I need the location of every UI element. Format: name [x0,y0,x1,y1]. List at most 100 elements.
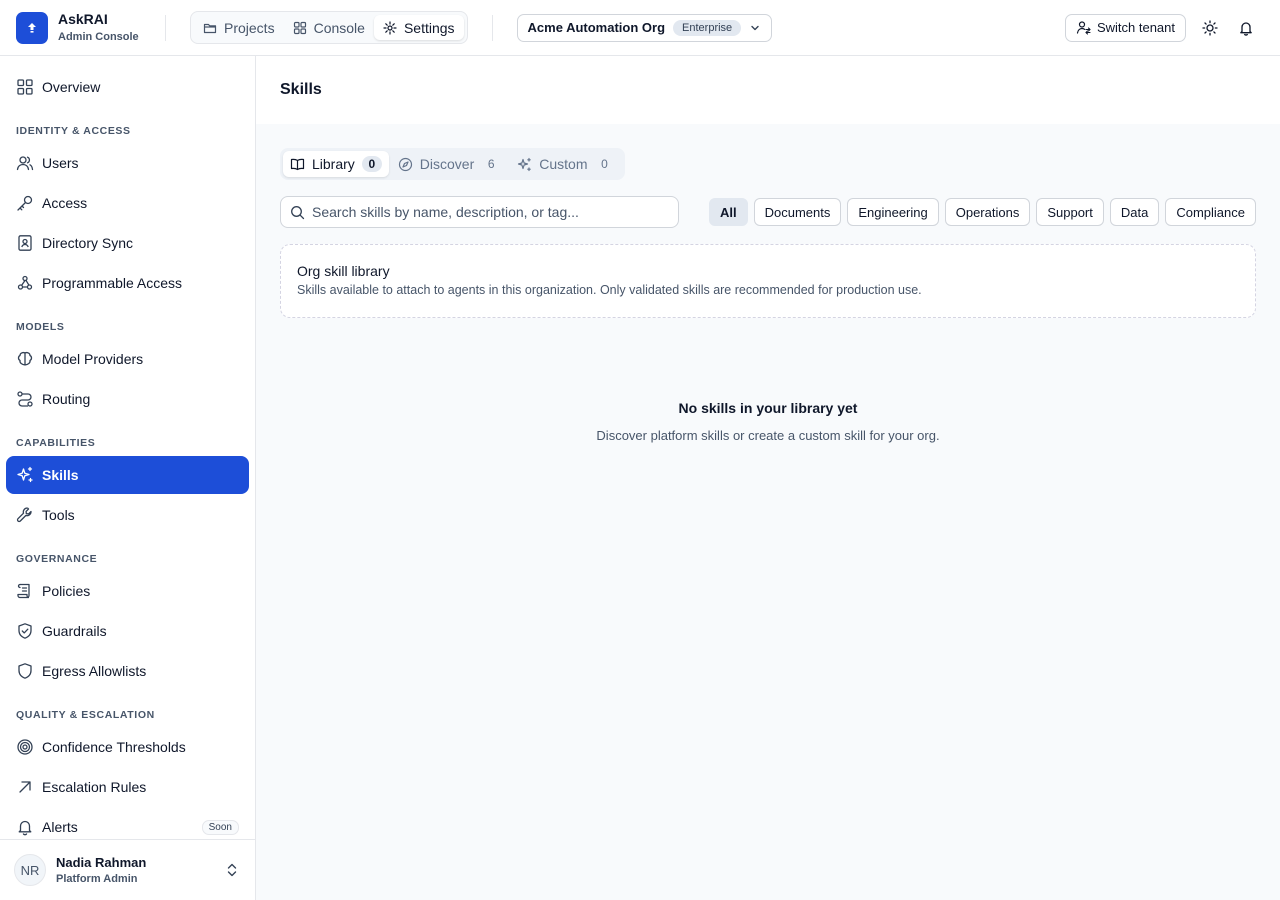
library-count: 0 [361,156,382,172]
skills-segmented-control: Library 0 Discover 6 Custom 0 [280,148,625,180]
page-header: Skills [256,56,1280,124]
empty-state-description: Discover platform skills or create a cus… [596,428,940,443]
sidebar-item-directory-sync[interactable]: Directory Sync [6,224,249,262]
sidebar-item-label: Egress Allowlists [42,663,147,679]
book-open-icon [290,158,305,170]
grid-icon [293,21,306,34]
tab-settings-label: Settings [403,19,455,36]
filter-compliance[interactable]: Compliance [1165,198,1256,226]
notifications-button[interactable] [1234,16,1258,40]
scroll-icon [17,583,30,599]
empty-state-title: No skills in your library yet [678,400,858,416]
header-divider [491,14,493,41]
org-skill-library-card: Org skill library Skills available to at… [280,244,1256,318]
brand[interactable]: AskRAI Admin Console [0,11,166,44]
sidebar-item-access[interactable]: Access [6,184,249,222]
sidebar-item-routing[interactable]: Routing [6,380,249,418]
org-name: Acme Automation Org [527,20,666,35]
sidebar-item-policies[interactable]: Policies [6,572,249,610]
library-card-title: Org skill library [297,263,390,279]
sidebar-item-label: Escalation Rules [42,779,147,795]
sparkles-icon [17,466,33,483]
tab-console[interactable]: Console [284,15,374,40]
users-icon [16,156,34,171]
switch-tenant-button[interactable]: Switch tenant [1064,13,1186,42]
sidebar-item-skills[interactable]: Skills [6,456,249,494]
sidebar-item-label: Guardrails [42,623,107,639]
tab-console-label: Console [313,19,365,36]
sidebar-item-confidence-thresholds[interactable]: Confidence Thresholds [6,728,249,766]
compass-icon [398,157,412,171]
sun-icon [1202,19,1218,36]
brand-name: AskRAI [58,10,108,27]
page-title: Skills [280,81,322,98]
sidebar-item-guardrails[interactable]: Guardrails [6,612,249,650]
bell-icon [1240,21,1252,36]
skills-search[interactable] [280,196,679,228]
sidebar-item-label: Routing [42,391,91,407]
filter-all[interactable]: All [708,198,748,226]
shield-icon [18,663,32,679]
sidebar-item-overview[interactable]: Overview [6,68,249,106]
grid-icon [17,79,33,95]
main-content: Skills Library 0 Discover 6 Custom 0 All… [256,56,1280,900]
webhook-icon [17,275,33,290]
filter-engineering[interactable]: Engineering [847,198,939,226]
sidebar-item-label: Model Providers [42,351,144,367]
filter-documents[interactable]: Documents [753,198,842,226]
search-input[interactable] [312,204,672,220]
key-icon [17,195,33,211]
chevrons-up-down-icon [227,863,237,877]
tab-library-label: Library [312,156,355,172]
top-tabs: Projects Console Settings [190,11,468,44]
filter-support[interactable]: Support [1036,198,1104,226]
tab-custom-label: Custom [539,156,588,172]
section-governance: GOVERNANCE [16,553,98,565]
switch-tenant-label: Switch tenant [1096,20,1175,35]
section-models: MODELS [16,321,65,333]
sidebar-item-programmable-access[interactable]: Programmable Access [6,264,249,302]
sidebar-item-escalation-rules[interactable]: Escalation Rules [6,768,249,806]
chevron-down-icon [751,25,759,30]
sidebar-item-tools[interactable]: Tools [6,496,249,534]
tab-projects[interactable]: Projects [194,15,284,40]
shield-check-icon [18,623,32,639]
theme-toggle-button[interactable] [1198,16,1222,40]
sidebar-item-model-providers[interactable]: Model Providers [6,340,249,378]
filter-data[interactable]: Data [1109,198,1160,226]
soon-badge: Soon [201,819,239,835]
arrow-up-right-icon [19,781,31,793]
org-selector[interactable]: Acme Automation Org Enterprise [516,13,773,42]
custom-count: 0 [601,157,608,171]
user-switch-icon [1076,21,1091,35]
org-plan-badge: Enterprise [673,19,742,36]
bell-icon [18,820,32,836]
search-icon [291,205,305,219]
sidebar-item-label: Directory Sync [42,235,134,251]
sidebar-item-label: Alerts [42,819,78,835]
sidebar-item-label: Confidence Thresholds [42,739,186,755]
tab-library[interactable]: Library 0 [283,151,389,177]
section-capabilities: CAPABILITIES [16,437,96,449]
brand-logo-icon [16,11,48,44]
sidebar-item-users[interactable]: Users [6,144,249,182]
sidebar-item-label: Overview [42,79,101,95]
folder-icon [203,23,217,33]
avatar: NR [14,854,46,886]
sidebar-item-egress-allowlists[interactable]: Egress Allowlists [6,652,249,690]
library-card-description: Skills available to attach to agents in … [297,283,922,297]
route-icon [17,391,33,407]
brand-subtitle: Admin Console [58,30,139,43]
wrench-icon [16,507,32,523]
user-name: Nadia Rahman [56,855,147,870]
section-identity-access: IDENTITY & ACCESS [16,125,131,137]
tab-settings[interactable]: Settings [373,15,464,40]
tab-discover[interactable]: Discover 6 [391,151,508,177]
user-menu[interactable]: NR Nadia Rahman Platform Admin [0,839,255,900]
tab-custom[interactable]: Custom 0 [510,151,621,177]
filter-operations[interactable]: Operations [944,198,1031,226]
sidebar-item-label: Tools [42,507,75,523]
sparkles-icon [518,157,532,171]
sidebar: Overview IDENTITY & ACCESS Users Access … [0,56,256,900]
gear-icon [383,20,397,35]
